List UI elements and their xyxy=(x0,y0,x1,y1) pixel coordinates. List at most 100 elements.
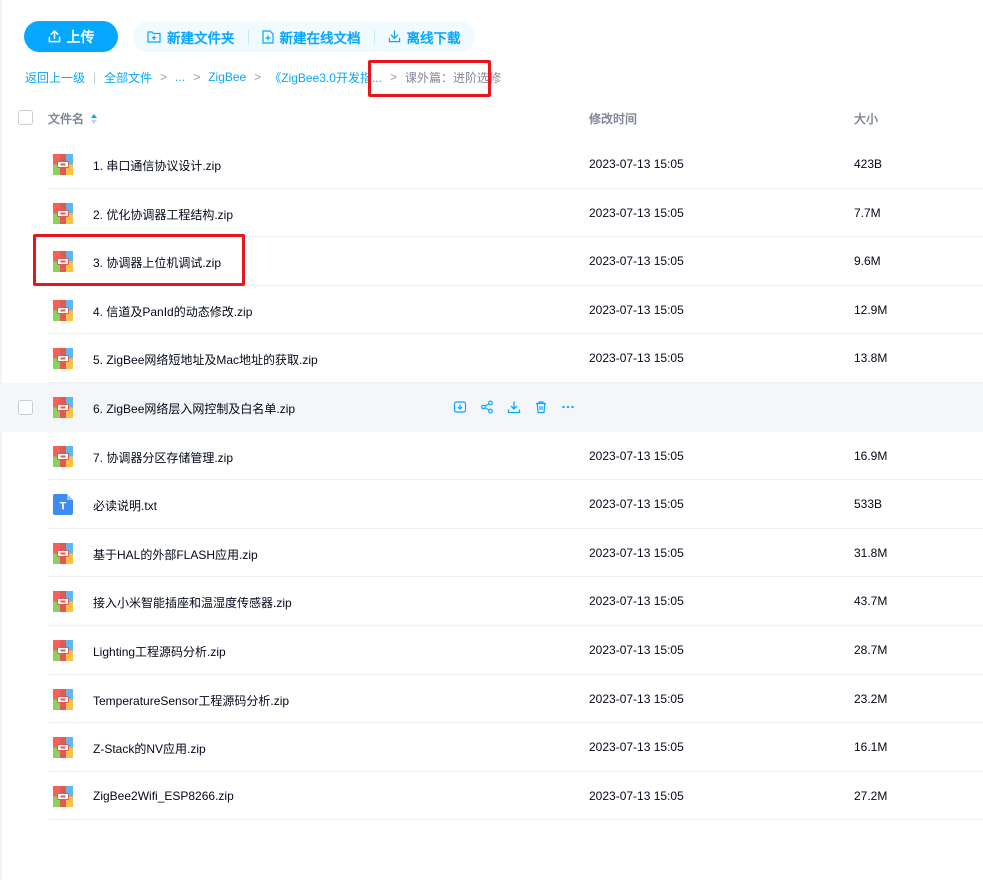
new-online-doc-label: 新建在线文档 xyxy=(279,30,361,46)
table-row[interactable]: 基于HAL的外部FLASH应用.zip 2023-07-13 15:05 31.8M xyxy=(0,529,983,578)
file-size: 533B xyxy=(854,497,883,512)
new-online-doc-button[interactable]: 新建在线文档 xyxy=(260,27,363,47)
zip-file-icon xyxy=(53,639,73,661)
save-to-button[interactable] xyxy=(452,399,468,415)
file-modified-time: 2023-07-13 15:05 xyxy=(589,545,684,560)
file-size: 12.9M xyxy=(854,302,888,317)
file-name[interactable]: Lighting工程源码分析.zip xyxy=(93,643,226,660)
file-list: 1. 串口通信协议设计.zip 2023-07-13 15:05 423B 2. 优化… xyxy=(0,140,983,821)
file-size: 28.7M xyxy=(854,642,888,657)
chevron-right-icon: > xyxy=(160,70,168,84)
new-folder-icon xyxy=(147,31,161,43)
txt-file-icon: T xyxy=(53,494,73,516)
file-name[interactable]: Z-Stack的NV应用.zip xyxy=(93,740,206,757)
chevron-right-icon: > xyxy=(389,70,397,84)
table-header: 文件名 修改时间 大小 xyxy=(0,100,983,134)
file-name[interactable]: 1. 串口通信协议设计.zip xyxy=(93,157,221,174)
zip-file-icon xyxy=(53,542,73,564)
zip-file-icon xyxy=(53,737,73,759)
column-header-size[interactable]: 大小 xyxy=(854,110,878,127)
breadcrumb-back[interactable]: 返回上一级 xyxy=(25,69,85,86)
new-folder-button[interactable]: 新建文件夹 xyxy=(145,27,237,47)
table-row[interactable]: 接入小米智能插座和温湿度传感器.zip 2023-07-13 15:05 43.7M xyxy=(0,577,983,626)
zip-file-icon xyxy=(53,299,73,321)
breadcrumb-item-ellipsis[interactable]: ... xyxy=(175,70,185,84)
share-icon xyxy=(481,400,493,414)
file-name[interactable]: 2. 优化协调器工程结构.zip xyxy=(93,206,233,223)
upload-icon xyxy=(48,30,60,43)
zip-file-icon xyxy=(53,396,73,418)
file-size: 7.7M xyxy=(854,205,881,220)
file-name[interactable]: 接入小米智能插座和温湿度传感器.zip xyxy=(93,594,292,611)
breadcrumb-item-guide[interactable]: 《ZigBee3.0开发指... xyxy=(269,69,382,86)
file-name[interactable]: 必读说明.txt xyxy=(93,497,157,514)
zip-file-icon xyxy=(53,785,73,807)
file-name[interactable]: ZigBee2Wifi_ESP8266.zip xyxy=(93,789,234,803)
file-size: 16.9M xyxy=(854,448,888,463)
file-size: 9.6M xyxy=(854,254,881,269)
offline-download-button[interactable]: 离线下载 xyxy=(386,27,463,47)
breadcrumb: 返回上一级 | 全部文件 > ... > ZigBee > 《ZigBee3.0… xyxy=(25,69,501,85)
offline-download-label: 离线下载 xyxy=(406,30,461,46)
column-header-name[interactable]: 文件名 xyxy=(48,110,98,127)
table-row[interactable]: ZigBee2Wifi_ESP8266.zip 2023-07-13 15:05 2… xyxy=(0,772,983,821)
file-modified-time: 2023-07-13 15:05 xyxy=(589,254,684,269)
breadcrumb-current: 课外篇：进阶选修 xyxy=(404,70,501,85)
action-divider xyxy=(247,29,249,44)
file-size: 423B xyxy=(854,157,883,171)
download-button[interactable] xyxy=(506,399,522,415)
file-modified-time: 2023-07-13 15:05 xyxy=(589,740,684,755)
upload-button[interactable]: 上传 xyxy=(24,21,118,52)
table-row[interactable]: 6. ZigBee网络层入网控制及白名单.zip xyxy=(0,382,983,432)
zip-file-icon xyxy=(53,251,73,273)
table-row[interactable]: Lighting工程源码分析.zip 2023-07-13 15:05 28.7M xyxy=(0,626,983,675)
file-modified-time: 2023-07-13 15:05 xyxy=(589,642,684,657)
file-name[interactable]: 6. ZigBee网络层入网控制及白名单.zip xyxy=(93,400,295,417)
offline-download-icon xyxy=(388,30,400,43)
zip-file-icon xyxy=(53,154,73,175)
table-row[interactable]: 2. 优化协调器工程结构.zip 2023-07-13 15:05 7.7M xyxy=(0,189,983,238)
file-name[interactable]: 基于HAL的外部FLASH应用.zip xyxy=(93,546,258,563)
file-name[interactable]: 3. 协调器上位机调试.zip xyxy=(93,254,221,271)
breadcrumb-item-all-files[interactable]: 全部文件 xyxy=(104,69,152,86)
upload-label: 上传 xyxy=(66,28,95,45)
table-row[interactable]: 1. 串口通信协议设计.zip 2023-07-13 15:05 423B xyxy=(0,140,983,189)
file-size: 13.8M xyxy=(854,351,888,366)
more-button[interactable] xyxy=(560,399,576,415)
select-all-checkbox[interactable] xyxy=(18,110,33,125)
zip-file-icon xyxy=(53,348,73,370)
table-row[interactable]: Z-Stack的NV应用.zip 2023-07-13 15:05 16.1M xyxy=(0,723,983,772)
file-name[interactable]: 5. ZigBee网络短地址及Mac地址的获取.zip xyxy=(93,351,318,368)
file-name[interactable]: 4. 信道及PanId的动态修改.zip xyxy=(93,303,252,320)
chevron-right-icon: > xyxy=(193,70,201,84)
row-divider xyxy=(48,819,983,821)
chevron-right-icon: > xyxy=(254,70,262,84)
sort-icon[interactable] xyxy=(90,113,98,125)
row-checkbox[interactable] xyxy=(18,399,33,415)
svg-text:T: T xyxy=(60,501,67,513)
file-modified-time: 2023-07-13 15:05 xyxy=(589,157,684,171)
column-header-time[interactable]: 修改时间 xyxy=(589,110,637,127)
file-modified-time: 2023-07-13 15:05 xyxy=(589,788,684,803)
new-folder-label: 新建文件夹 xyxy=(167,30,235,46)
file-modified-time: 2023-07-13 15:05 xyxy=(589,594,684,609)
zip-file-icon xyxy=(53,445,73,467)
file-size: 23.2M xyxy=(854,691,888,706)
table-row[interactable]: 3. 协调器上位机调试.zip 2023-07-13 15:05 9.6M xyxy=(0,237,983,286)
table-row[interactable]: 5. ZigBee网络短地址及Mac地址的获取.zip 2023-07-13 15… xyxy=(0,334,983,383)
table-row[interactable]: T 必读说明.txt 2023-07-13 15:05 533B xyxy=(0,480,983,529)
delete-button[interactable] xyxy=(533,399,549,415)
table-row[interactable]: 4. 信道及PanId的动态修改.zip 2023-07-13 15:05 12.9… xyxy=(0,286,983,335)
breadcrumb-divider: | xyxy=(93,70,97,84)
zip-file-icon xyxy=(53,591,73,613)
breadcrumb-item-zigbee[interactable]: ZigBee xyxy=(208,70,246,84)
delete-icon xyxy=(536,401,546,414)
file-name[interactable]: TemperatureSensor工程源码分析.zip xyxy=(93,692,289,709)
column-header-name-label: 文件名 xyxy=(48,112,85,126)
share-button[interactable] xyxy=(479,399,495,415)
table-row[interactable]: 7. 协调器分区存储管理.zip 2023-07-13 15:05 16.9M xyxy=(0,432,983,481)
file-name[interactable]: 7. 协调器分区存储管理.zip xyxy=(93,449,233,466)
file-size: 31.8M xyxy=(854,545,888,560)
new-doc-icon xyxy=(261,29,274,44)
table-row[interactable]: TemperatureSensor工程源码分析.zip 2023-07-13 15… xyxy=(0,675,983,724)
